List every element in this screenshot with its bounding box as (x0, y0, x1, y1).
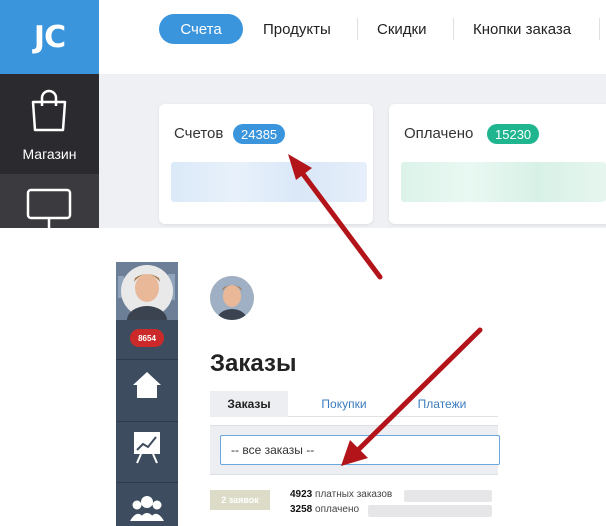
invoices-count-badge: 24385 (233, 124, 286, 144)
user-photo (210, 276, 254, 320)
stat-number: 3258 (290, 504, 313, 515)
paid-card[interactable]: Оплачено 15230 (389, 104, 606, 224)
users-icon (130, 495, 164, 521)
blurred-value (368, 505, 492, 517)
tab-purchases[interactable]: Покупки (310, 391, 378, 417)
paid-stat: 3258 оплачено (290, 504, 359, 515)
orders-filter-select[interactable]: -- все заказы -- (220, 435, 500, 465)
nav-tab-products[interactable]: Продукты (263, 14, 331, 44)
tab-payments[interactable]: Платежи (408, 391, 476, 417)
notification-count-badge[interactable]: 8654 (130, 329, 164, 347)
stat-text: оплачено (315, 504, 360, 515)
page-title: Заказы (210, 350, 297, 377)
nav-tab-invoices[interactable]: Счета (159, 14, 243, 44)
tab-orders[interactable]: Заказы (210, 391, 288, 417)
blurred-value (404, 490, 492, 502)
screenshot-composite: JC Счета Продукты Скидки Кнопки заказа М… (0, 0, 606, 526)
sidebar-item-home[interactable] (116, 359, 178, 409)
invoices-card[interactable]: Счетов 24385 (159, 104, 373, 224)
nav-divider (357, 18, 358, 40)
nav-divider (599, 18, 600, 40)
logo-text: JC (33, 19, 66, 55)
shopping-bag-icon (31, 89, 67, 132)
sidebar: Магазин (0, 74, 99, 228)
nav-divider (453, 18, 454, 40)
sidebar-item-shop[interactable]: Магазин (0, 74, 99, 174)
sidebar-item-label: Магазин (22, 146, 77, 162)
chart-board-icon (134, 431, 160, 463)
card-label: Оплачено (404, 125, 474, 142)
home-icon (133, 371, 161, 398)
requests-badge[interactable]: 2 заявок (210, 490, 270, 510)
nav-tab-order-buttons[interactable]: Кнопки заказа (473, 14, 571, 44)
monitor-icon (26, 188, 72, 228)
blurred-chart (171, 162, 367, 202)
filter-panel: -- все заказы -- (210, 425, 500, 475)
dashboard-area: Счетов 24385 Оплачено 15230 (99, 74, 606, 228)
user-photo (116, 262, 178, 320)
avatar[interactable] (210, 276, 254, 320)
orders-tabs: Заказы Покупки Платежи (210, 391, 498, 417)
sidebar-item-users[interactable] (116, 482, 178, 526)
secondary-sidebar: 8654 (116, 262, 178, 526)
paid-count-badge: 15230 (487, 124, 540, 144)
blurred-chart (401, 162, 606, 202)
top-navigation: Счета Продукты Скидки Кнопки заказа (99, 0, 606, 74)
avatar[interactable] (116, 262, 178, 320)
stat-text: платных заказов (315, 489, 393, 500)
stat-number: 4923 (290, 489, 313, 500)
sidebar-item-stats[interactable] (116, 421, 178, 471)
sidebar-item-monitor[interactable] (0, 174, 99, 228)
app-logo[interactable]: JC (0, 0, 99, 74)
paid-orders-stat: 4923 платных заказов (290, 489, 392, 500)
orders-page: Заказы Заказы Покупки Платежи -- все зак… (178, 262, 500, 526)
card-label: Счетов (174, 125, 224, 142)
nav-tab-discounts[interactable]: Скидки (377, 14, 426, 44)
